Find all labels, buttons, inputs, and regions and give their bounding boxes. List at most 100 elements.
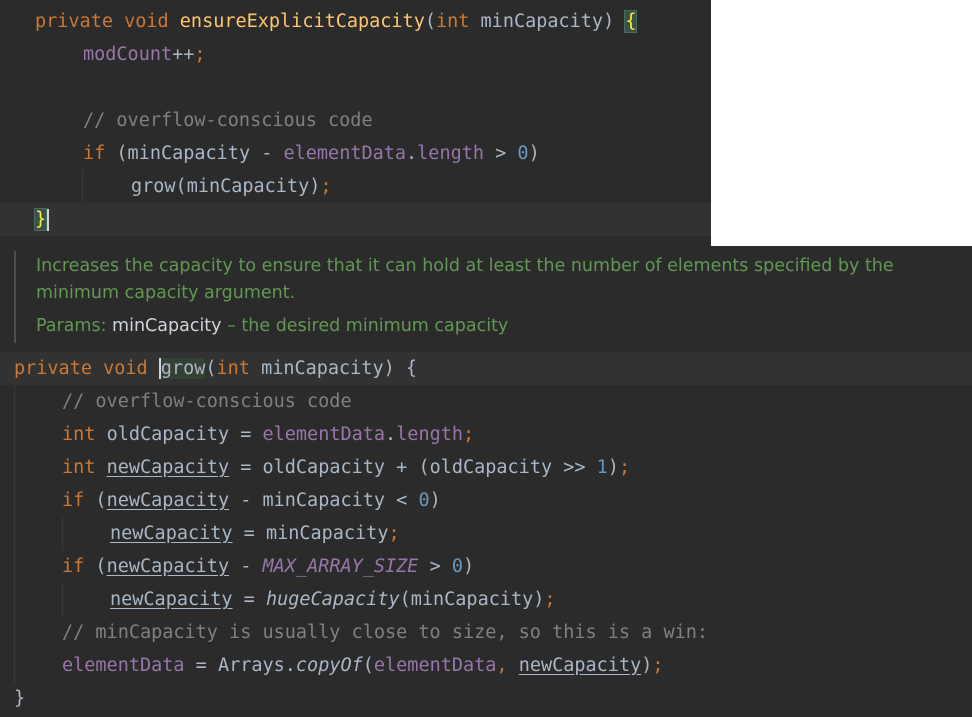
top-code-line: // overflow-conscious code bbox=[83, 104, 373, 137]
doc-param-description: – the desired minimum capacity bbox=[221, 316, 509, 336]
code-token: - bbox=[229, 556, 263, 577]
code-token: ; bbox=[388, 523, 400, 544]
code-token: ( bbox=[95, 490, 107, 511]
code-token: ; bbox=[463, 424, 475, 445]
code-token: int bbox=[435, 11, 481, 32]
code-token: ( bbox=[205, 358, 217, 379]
code-token: ) bbox=[463, 556, 475, 577]
code-token: ; bbox=[320, 176, 332, 197]
code-token: newCapacity bbox=[110, 589, 233, 610]
code-token: , bbox=[496, 655, 519, 676]
code-token: } bbox=[14, 688, 26, 709]
code-token: ; bbox=[194, 44, 206, 65]
code-token: ( bbox=[362, 655, 374, 676]
indent-guide bbox=[62, 583, 63, 616]
code-token: ( bbox=[424, 11, 436, 32]
code-token: ensureExplicitCapacity bbox=[179, 11, 425, 32]
bottom-code-line: newCapacity = minCapacity; bbox=[110, 517, 400, 550]
code-token: // overflow-conscious code bbox=[83, 110, 373, 131]
current-line-highlight bbox=[0, 203, 711, 236]
code-token: ; bbox=[544, 589, 556, 610]
doc-params-line: Params: minCapacity – the desired minimu… bbox=[36, 316, 956, 336]
indent-guide bbox=[62, 517, 63, 550]
bottom-code-line: } bbox=[14, 682, 25, 715]
indent-guide bbox=[82, 170, 83, 203]
code-token: newCapacity bbox=[106, 457, 230, 478]
code-token: = oldCapacity + (oldCapacity >> bbox=[229, 457, 597, 478]
doc-comment-bar bbox=[14, 251, 16, 343]
code-token: length bbox=[417, 143, 484, 164]
code-token: 1 bbox=[596, 457, 608, 478]
doc-params-label: Params: bbox=[36, 316, 113, 336]
code-token: minCapacity) bbox=[480, 11, 626, 32]
top-code-line: } bbox=[33, 203, 50, 236]
matched-brace: { bbox=[624, 10, 638, 33]
code-token: modCount bbox=[83, 44, 173, 65]
code-token: grow(minCapacity) bbox=[131, 176, 321, 197]
code-token: ) bbox=[429, 490, 441, 511]
code-token: minCapacity) { bbox=[261, 358, 417, 379]
code-token: elementData bbox=[262, 424, 386, 445]
code-token: = minCapacity bbox=[232, 523, 389, 544]
bottom-code-line: // minCapacity is usually close to size,… bbox=[62, 616, 708, 649]
code-token: ( bbox=[95, 556, 107, 577]
code-token: (minCapacity) bbox=[399, 589, 545, 610]
doc-description-line-2: minimum capacity argument. bbox=[36, 283, 296, 303]
code-token: ; bbox=[618, 457, 631, 478]
code-token: . bbox=[385, 424, 397, 445]
code-token: hugeCapacity bbox=[265, 589, 400, 610]
doc-param-name: minCapacity bbox=[112, 316, 222, 336]
text-caret bbox=[47, 209, 50, 231]
code-token: private void bbox=[35, 11, 180, 32]
bottom-code-line: private void grow(int minCapacity) { bbox=[14, 352, 417, 385]
code-token: > bbox=[418, 556, 452, 577]
code-token: copyOf bbox=[295, 655, 363, 676]
bottom-code-line: // overflow-conscious code bbox=[62, 385, 352, 418]
code-token: private void bbox=[14, 358, 159, 379]
code-token: newCapacity bbox=[106, 556, 230, 577]
code-token: length bbox=[396, 424, 463, 445]
code-token: newCapacity bbox=[110, 523, 233, 544]
bottom-code-line: int oldCapacity = elementData.length; bbox=[62, 418, 474, 451]
code-token: 0 bbox=[517, 143, 529, 164]
code-token: 0 bbox=[451, 556, 464, 577]
code-token: oldCapacity = bbox=[106, 424, 263, 445]
bottom-code-line: elementData = Arrays.copyOf(elementData,… bbox=[62, 649, 664, 682]
code-token: if bbox=[62, 490, 96, 511]
code-token: ; bbox=[652, 655, 664, 676]
code-token: ++ bbox=[172, 44, 195, 65]
top-code-line: grow(minCapacity); bbox=[131, 170, 332, 203]
top-code-line: private void ensureExplicitCapacity(int … bbox=[35, 5, 638, 38]
code-token: // overflow-conscious code bbox=[62, 391, 352, 412]
indent-guide bbox=[14, 385, 15, 685]
bottom-code-line: if (newCapacity - minCapacity < 0) bbox=[62, 484, 441, 517]
top-code-line: if (minCapacity - elementData.length > 0… bbox=[83, 137, 540, 170]
code-token: int bbox=[62, 457, 107, 478]
bottom-code-line: if (newCapacity - MAX_ARRAY_SIZE > 0) bbox=[62, 550, 474, 583]
code-token: if bbox=[62, 556, 96, 577]
code-token: ) bbox=[641, 655, 653, 676]
code-token: - minCapacity < bbox=[229, 490, 419, 511]
code-token: (minCapacity - bbox=[116, 143, 284, 164]
code-token: // minCapacity is usually close to size,… bbox=[62, 622, 709, 643]
code-token: = bbox=[232, 589, 266, 610]
code-token: int bbox=[216, 358, 262, 379]
code-token: int bbox=[62, 424, 107, 445]
code-token: ) bbox=[607, 457, 619, 478]
bottom-code-line: int newCapacity = oldCapacity + (oldCapa… bbox=[62, 451, 630, 484]
code-token: elementData bbox=[373, 655, 497, 676]
code-token: newCapacity bbox=[518, 655, 642, 676]
code-token: elementData bbox=[62, 655, 185, 676]
doc-description-line-1: Increases the capacity to ensure that it… bbox=[36, 256, 894, 276]
code-token: if bbox=[83, 143, 117, 164]
top-code-line: modCount++; bbox=[83, 38, 206, 71]
code-token: ) bbox=[528, 143, 540, 164]
code-token: MAX_ARRAY_SIZE bbox=[262, 556, 419, 577]
code-token: = Arrays. bbox=[184, 655, 296, 676]
code-token: > bbox=[484, 143, 518, 164]
code-token: grow bbox=[158, 358, 206, 379]
code-token: 0 bbox=[418, 490, 430, 511]
bottom-code-line: newCapacity = hugeCapacity(minCapacity); bbox=[110, 583, 556, 616]
code-token: elementData bbox=[283, 143, 407, 164]
code-token: newCapacity bbox=[106, 490, 230, 511]
